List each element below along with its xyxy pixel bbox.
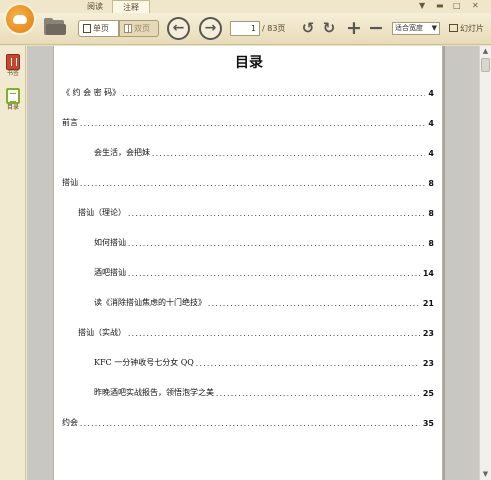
zoom-in-icon[interactable]: + [346, 19, 362, 38]
page-title: 目录 [235, 55, 263, 71]
left-sidebar: 书签 目录 [0, 46, 26, 480]
rotate-left-icon[interactable]: ↺ [300, 20, 316, 37]
rotate-right-icon[interactable]: ↻ [321, 20, 337, 37]
toc-entry[interactable]: 读《消除搭讪焦虑的十门绝技》21 [94, 296, 434, 308]
app-logo-icon[interactable] [4, 3, 36, 35]
slideshow-icon [449, 24, 458, 32]
scroll-up-icon[interactable]: ▲ [480, 46, 491, 57]
tab-read[interactable]: 阅读 [84, 0, 106, 13]
vertical-scrollbar[interactable]: ▲ ▼ [479, 46, 491, 480]
fit-mode-value: 适合宽度 [395, 24, 423, 32]
toc-entry[interactable]: 昨晚酒吧实战报告，领悟泡学之美25 [94, 386, 434, 398]
toc-entry[interactable]: 约会35 [62, 416, 434, 428]
maximize-icon[interactable]: □ [453, 1, 461, 11]
toc-entry[interactable]: 酒吧搭讪14 [94, 266, 434, 278]
slideshow-label: 幻灯片 [460, 24, 484, 33]
zoom-out-icon[interactable]: − [368, 19, 384, 38]
toc-entry[interactable]: 搭讪（理论）8 [78, 206, 434, 218]
fit-mode-select[interactable]: 适合宽度 ▼ [392, 22, 440, 35]
prev-page-button[interactable]: ← [167, 17, 190, 40]
sidebar-item-bookmarks[interactable]: 书签 [3, 54, 23, 78]
sidebar-item-label: 书签 [6, 70, 19, 77]
tab-strip: 阅读 注释 ▼ ▬ □ ✕ [0, 0, 491, 13]
toc-entry[interactable]: 搭讪8 [62, 176, 434, 188]
toc-icon [6, 88, 20, 104]
toc-entry[interactable]: 搭讪（实战）23 [78, 326, 434, 338]
sidebar-item-label: 目录 [6, 104, 19, 111]
single-page-icon [83, 24, 91, 33]
tab-annotate[interactable]: 注释 [112, 0, 150, 13]
menu-dropdown-icon[interactable]: ▼ [419, 1, 425, 11]
minimize-icon[interactable]: ▬ [436, 1, 444, 11]
open-folder-icon[interactable] [44, 18, 66, 36]
toc-entry[interactable]: 如何搭讪8 [94, 236, 434, 248]
next-page-button[interactable]: → [199, 17, 222, 40]
page-total-label: / 83页 [262, 24, 286, 33]
bookmark-icon [6, 54, 20, 70]
document-viewport: 目录 《 约 会 密 码》4 前言4 会生活，会把妹4 搭讪8 搭讪（理论）8 … [27, 46, 479, 480]
document-page: 目录 《 约 会 密 码》4 前言4 会生活，会把妹4 搭讪8 搭讪（理论）8 … [53, 46, 443, 480]
toc-entry[interactable]: KFC 一分钟收号七分女 QQ23 [94, 356, 434, 368]
double-page-icon [124, 24, 132, 33]
chevron-down-icon: ▼ [431, 24, 437, 32]
page-number-input[interactable]: 1 [230, 21, 260, 36]
double-page-label: 双页 [134, 24, 150, 33]
close-icon[interactable]: ✕ [472, 1, 479, 11]
scroll-down-icon[interactable]: ▼ [480, 469, 491, 480]
slideshow-button[interactable]: 幻灯片 [449, 22, 484, 35]
single-page-label: 单页 [93, 24, 109, 33]
toc-entry[interactable]: 前言4 [62, 116, 434, 128]
sidebar-item-toc[interactable]: 目录 [3, 88, 23, 112]
single-page-button[interactable]: 单页 [78, 20, 119, 37]
toolbar: 单页 双页 ← → 1 / 83页 ↺ ↻ + − 适合宽度 ▼ 幻灯片 [0, 3, 491, 45]
toc-entry[interactable]: 会生活，会把妹4 [94, 146, 434, 158]
double-page-button[interactable]: 双页 [119, 20, 159, 37]
scroll-thumb[interactable] [481, 58, 490, 72]
toc-entry[interactable]: 《 约 会 密 码》4 [62, 86, 434, 98]
